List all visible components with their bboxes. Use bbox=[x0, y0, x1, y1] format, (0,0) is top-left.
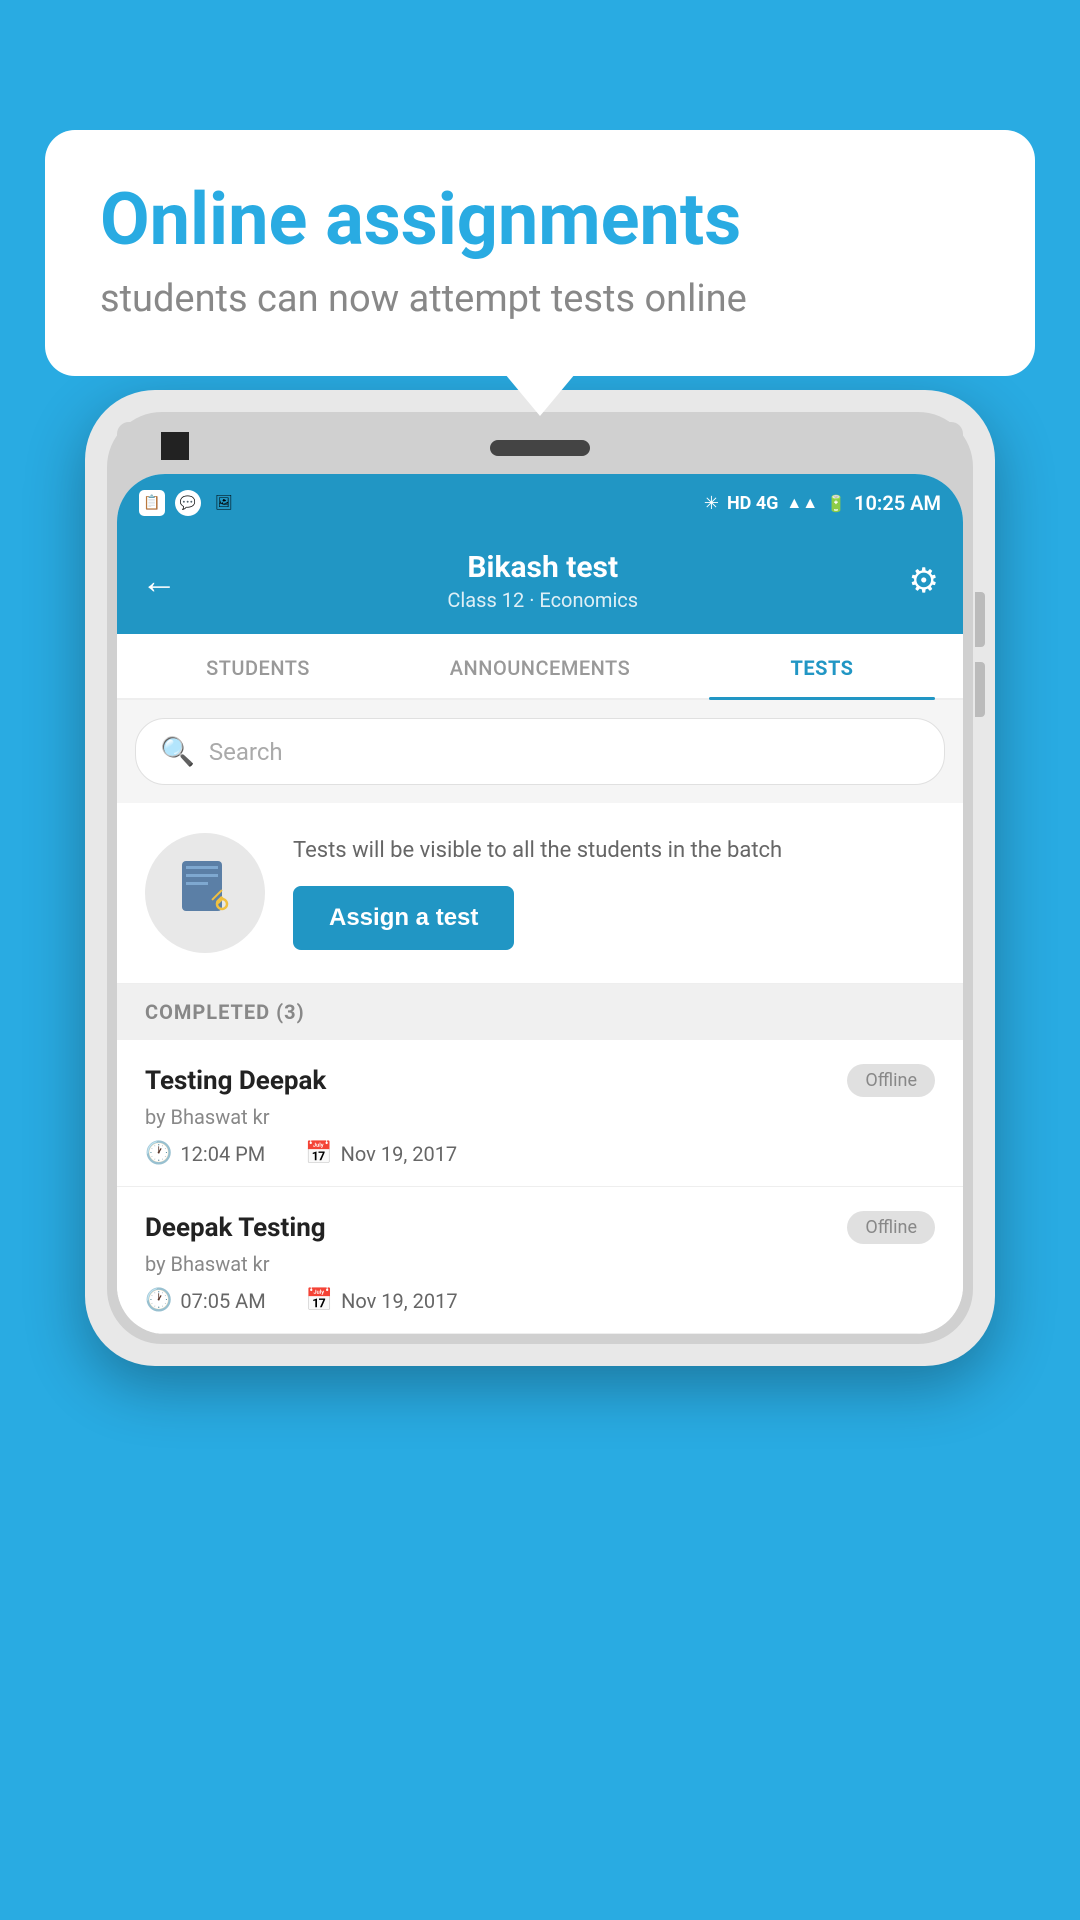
calendar-icon-1: 📅 bbox=[305, 1141, 332, 1166]
assign-description: Tests will be visible to all the student… bbox=[293, 836, 935, 867]
header-subtitle: Class 12 · Economics bbox=[447, 588, 638, 612]
assign-right: Tests will be visible to all the student… bbox=[293, 836, 935, 951]
phone-camera bbox=[161, 432, 189, 460]
search-icon: 🔍 bbox=[160, 735, 195, 768]
test-time-2: 🕐 07:05 AM bbox=[145, 1288, 266, 1313]
calendar-icon-2: 📅 bbox=[306, 1288, 333, 1313]
clock-icon-2: 🕐 bbox=[145, 1288, 172, 1313]
bluetooth-icon: ✳ bbox=[704, 493, 719, 514]
back-button[interactable]: ← bbox=[141, 560, 177, 602]
gallery-icon: 🖼 bbox=[211, 490, 237, 516]
volume-button-2 bbox=[975, 662, 985, 717]
speech-bubble: Online assignments students can now atte… bbox=[45, 130, 1035, 376]
tabs-container: STUDENTS ANNOUNCEMENTS TESTS bbox=[117, 634, 963, 700]
header-title: Bikash test bbox=[447, 550, 638, 585]
volume-button-1 bbox=[975, 592, 985, 647]
header-center: Bikash test Class 12 · Economics bbox=[447, 550, 638, 612]
signal-icon: ▲▲ bbox=[786, 493, 818, 513]
test-item-top: Testing Deepak Offline bbox=[145, 1064, 935, 1097]
network-label: HD 4G bbox=[727, 493, 778, 514]
offline-badge-1: Offline bbox=[847, 1064, 935, 1097]
app-header: ← Bikash test Class 12 · Economics ⚙ bbox=[117, 532, 963, 634]
phone-container: 📋 💬 🖼 ✳ HD 4G ▲▲ 🔋 10 bbox=[85, 390, 995, 1920]
test-icon-circle bbox=[145, 833, 265, 953]
clock-icon-1: 🕐 bbox=[145, 1141, 172, 1166]
test-by-2: by Bhaswat kr bbox=[145, 1252, 935, 1276]
status-bar: 📋 💬 🖼 ✳ HD 4G ▲▲ 🔋 10 bbox=[117, 474, 963, 532]
phone-screen: 📋 💬 🖼 ✳ HD 4G ▲▲ 🔋 10 bbox=[117, 474, 963, 1334]
whatsapp-icon: 💬 bbox=[175, 490, 201, 516]
test-by-1: by Bhaswat kr bbox=[145, 1105, 935, 1129]
search-placeholder: Search bbox=[209, 738, 283, 766]
tab-students[interactable]: STUDENTS bbox=[117, 634, 399, 698]
search-box[interactable]: 🔍 Search bbox=[135, 718, 945, 785]
assign-section: Tests will be visible to all the student… bbox=[117, 803, 963, 984]
tab-announcements[interactable]: ANNOUNCEMENTS bbox=[399, 634, 681, 698]
test-title-2: Deepak Testing bbox=[145, 1213, 326, 1243]
test-date-1: 📅 Nov 19, 2017 bbox=[305, 1141, 457, 1166]
time-display: 10:25 AM bbox=[854, 491, 941, 515]
settings-button[interactable]: ⚙ bbox=[909, 561, 939, 601]
search-container: 🔍 Search bbox=[117, 700, 963, 803]
bubble-title: Online assignments bbox=[100, 180, 980, 259]
test-item-top-2: Deepak Testing Offline bbox=[145, 1211, 935, 1244]
completed-section-header: COMPLETED (3) bbox=[117, 984, 963, 1040]
test-meta-2: 🕐 07:05 AM 📅 Nov 19, 2017 bbox=[145, 1288, 935, 1313]
app-icon-1: 📋 bbox=[139, 490, 165, 516]
test-item-2[interactable]: Deepak Testing Offline by Bhaswat kr 🕐 0… bbox=[117, 1187, 963, 1334]
status-bar-left: 📋 💬 🖼 bbox=[139, 490, 237, 516]
test-icon bbox=[174, 856, 236, 931]
test-item[interactable]: Testing Deepak Offline by Bhaswat kr 🕐 1… bbox=[117, 1040, 963, 1187]
phone-speaker bbox=[490, 440, 590, 456]
test-time-1: 🕐 12:04 PM bbox=[145, 1141, 265, 1166]
bubble-subtitle: students can now attempt tests online bbox=[100, 277, 980, 321]
test-meta-1: 🕐 12:04 PM 📅 Nov 19, 2017 bbox=[145, 1141, 935, 1166]
phone-inner: 📋 💬 🖼 ✳ HD 4G ▲▲ 🔋 10 bbox=[107, 412, 973, 1344]
completed-label: COMPLETED (3) bbox=[145, 1000, 305, 1024]
phone-outer: 📋 💬 🖼 ✳ HD 4G ▲▲ 🔋 10 bbox=[85, 390, 995, 1366]
test-date-2: 📅 Nov 19, 2017 bbox=[306, 1288, 458, 1313]
status-bar-right: ✳ HD 4G ▲▲ 🔋 10:25 AM bbox=[704, 491, 941, 515]
offline-badge-2: Offline bbox=[847, 1211, 935, 1244]
assign-test-button[interactable]: Assign a test bbox=[293, 886, 514, 950]
test-title-1: Testing Deepak bbox=[145, 1066, 326, 1096]
battery-icon: 🔋 bbox=[826, 494, 846, 513]
tab-tests[interactable]: TESTS bbox=[681, 634, 963, 698]
